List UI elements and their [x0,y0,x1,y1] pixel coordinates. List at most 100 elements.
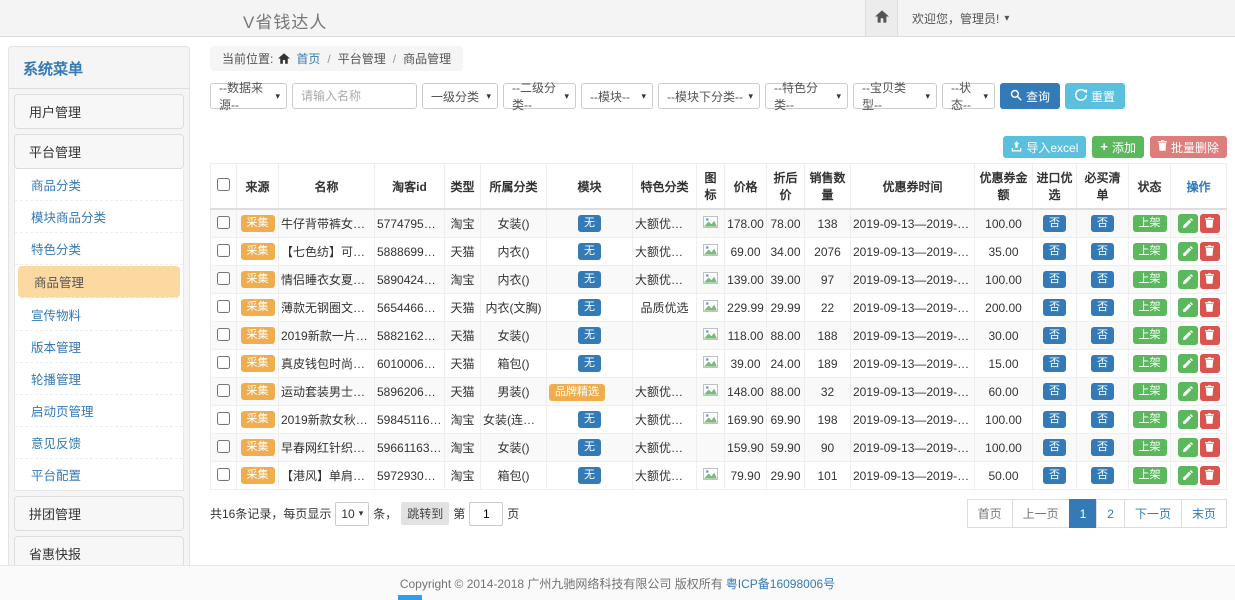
status-badge[interactable]: 上架 [1133,327,1167,344]
filter-select-module[interactable]: --模块--▾ [581,83,653,109]
module-badge[interactable]: 无 [578,411,601,428]
edit-button[interactable] [1178,438,1198,457]
module-badge[interactable]: 无 [578,299,601,316]
row-checkbox[interactable] [217,328,230,341]
sidebar-section-platform-management[interactable]: 平台管理 [14,134,184,169]
jump-to-button[interactable]: 跳转到 [401,502,449,525]
must-buy-toggle-badge[interactable]: 否 [1091,355,1114,372]
filter-select-level1-category[interactable]: 一级分类▾ [422,83,498,109]
status-badge[interactable]: 上架 [1133,243,1167,260]
page-button-末页[interactable]: 末页 [1181,499,1227,528]
delete-button[interactable] [1200,298,1220,317]
sidebar-item-platform-config[interactable]: 平台配置 [15,459,183,490]
name-search-input[interactable] [292,83,417,109]
delete-button[interactable] [1200,410,1220,429]
delete-button[interactable] [1200,326,1220,345]
module-badge[interactable]: 品牌精选 [549,384,605,401]
status-badge[interactable]: 上架 [1133,215,1167,232]
page-button-下一页[interactable]: 下一页 [1124,499,1182,528]
row-checkbox[interactable] [217,412,230,425]
must-buy-toggle-badge[interactable]: 否 [1091,243,1114,260]
sidebar-item-module-product-category[interactable]: 模块商品分类 [15,201,183,233]
sidebar-item-feature-category[interactable]: 特色分类 [15,233,183,265]
must-buy-toggle-badge[interactable]: 否 [1091,411,1114,428]
imported-toggle-badge[interactable]: 否 [1043,439,1066,456]
imported-toggle-badge[interactable]: 否 [1043,271,1066,288]
page-button-首页[interactable]: 首页 [967,499,1013,528]
add-button[interactable]: + 添加 [1092,136,1144,158]
module-badge[interactable]: 无 [578,467,601,484]
delete-button[interactable] [1200,270,1220,289]
module-badge[interactable]: 无 [578,215,601,232]
delete-button[interactable] [1200,242,1220,261]
imported-toggle-badge[interactable]: 否 [1043,215,1066,232]
row-checkbox[interactable] [217,244,230,257]
edit-button[interactable] [1178,270,1198,289]
filter-select-data-source[interactable]: --数据来源--▾ [210,83,287,109]
row-checkbox[interactable] [217,440,230,453]
row-checkbox[interactable] [217,216,230,229]
imported-toggle-badge[interactable]: 否 [1043,411,1066,428]
delete-button[interactable] [1200,438,1220,457]
select-all-checkbox[interactable] [217,178,230,191]
row-checkbox[interactable] [217,384,230,397]
module-badge[interactable]: 无 [578,243,601,260]
filter-select-status[interactable]: --状态--▾ [942,83,995,109]
must-buy-toggle-badge[interactable]: 否 [1091,215,1114,232]
module-badge[interactable]: 无 [578,327,601,344]
imported-toggle-badge[interactable]: 否 [1043,299,1066,316]
page-button-1[interactable]: 1 [1069,499,1098,528]
per-page-select[interactable]: 10 ▾ [335,502,369,526]
filter-select-level2-category[interactable]: --二级分类--▾ [503,83,576,109]
icp-link[interactable]: 粤ICP备16098006号 [726,575,835,592]
status-badge[interactable]: 上架 [1133,467,1167,484]
edit-button[interactable] [1178,214,1198,233]
edit-button[interactable] [1178,242,1198,261]
filter-select-feature-category[interactable]: --特色分类--▾ [765,83,848,109]
must-buy-toggle-badge[interactable]: 否 [1091,327,1114,344]
sidebar-section-group-buy-management[interactable]: 拼团管理 [14,496,184,531]
edit-button[interactable] [1178,382,1198,401]
sidebar-item-carousel-management[interactable]: 轮播管理 [15,363,183,395]
sidebar-item-version-management[interactable]: 版本管理 [15,331,183,363]
user-menu[interactable]: 欢迎您，管理员! ▾ [898,0,1023,36]
imported-toggle-badge[interactable]: 否 [1043,355,1066,372]
module-badge[interactable]: 无 [578,355,601,372]
sidebar-item-promo-materials[interactable]: 宣传物料 [15,299,183,331]
row-checkbox[interactable] [217,356,230,369]
row-checkbox[interactable] [217,468,230,481]
edit-button[interactable] [1178,466,1198,485]
must-buy-toggle-badge[interactable]: 否 [1091,383,1114,400]
status-badge[interactable]: 上架 [1133,355,1167,372]
status-badge[interactable]: 上架 [1133,411,1167,428]
sidebar-item-product-category[interactable]: 商品分类 [15,169,183,201]
sidebar-item-feedback[interactable]: 意见反馈 [15,427,183,459]
sidebar-item-splash-page-management[interactable]: 启动页管理 [15,395,183,427]
edit-button[interactable] [1178,410,1198,429]
must-buy-toggle-badge[interactable]: 否 [1091,299,1114,316]
row-checkbox[interactable] [217,272,230,285]
status-badge[interactable]: 上架 [1133,271,1167,288]
imported-toggle-badge[interactable]: 否 [1043,243,1066,260]
module-badge[interactable]: 无 [578,271,601,288]
delete-button[interactable] [1200,214,1220,233]
status-badge[interactable]: 上架 [1133,299,1167,316]
delete-button[interactable] [1200,382,1220,401]
status-badge[interactable]: 上架 [1133,439,1167,456]
home-button[interactable] [865,0,898,36]
page-button-2[interactable]: 2 [1096,499,1125,528]
imported-toggle-badge[interactable]: 否 [1043,467,1066,484]
page-button-上一页[interactable]: 上一页 [1012,499,1070,528]
module-badge[interactable]: 无 [578,439,601,456]
reset-button[interactable]: 重置 [1065,83,1125,109]
edit-button[interactable] [1178,354,1198,373]
row-checkbox[interactable] [217,300,230,313]
edit-button[interactable] [1178,326,1198,345]
edit-button[interactable] [1178,298,1198,317]
sidebar-item-product-management[interactable]: 商品管理 [18,266,180,298]
batch-delete-button[interactable]: 批量删除 [1150,136,1227,158]
breadcrumb-home-link[interactable]: 首页 [296,50,320,67]
imported-toggle-badge[interactable]: 否 [1043,327,1066,344]
status-badge[interactable]: 上架 [1133,383,1167,400]
filter-select-item-type[interactable]: --宝贝类型--▾ [853,83,937,109]
